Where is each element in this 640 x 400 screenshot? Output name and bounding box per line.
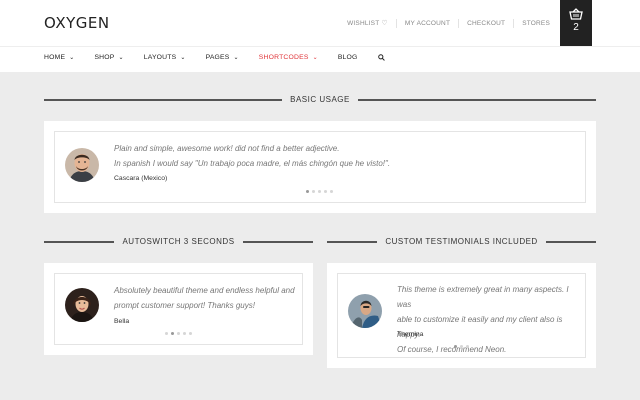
pagination-dot[interactable] — [171, 332, 174, 335]
avatar — [65, 148, 99, 182]
quote-line: Absolutely beautiful theme and endless h… — [114, 286, 295, 295]
testimonial-author: Themina — [397, 331, 424, 338]
heading-rule — [327, 240, 378, 243]
pagination-dot[interactable] — [189, 332, 192, 335]
pagination-dot[interactable] — [466, 345, 469, 348]
pagination-dot[interactable] — [324, 190, 327, 193]
heart-icon: ♡ — [381, 20, 388, 27]
quote-line: able to customize it easily and my clien… — [397, 315, 563, 339]
heading-rule — [44, 98, 283, 101]
wishlist-label: WISHLIST — [347, 20, 380, 27]
testimonial-box: Absolutely beautiful theme and endless h… — [54, 273, 303, 345]
pagination-dot[interactable] — [312, 190, 315, 193]
nav-item-blog[interactable]: BLOG — [338, 54, 358, 61]
testimonial-card-basic: Plain and simple, awesome work! did not … — [44, 121, 596, 213]
pagination-dot[interactable] — [165, 332, 168, 335]
pagination-dot[interactable] — [330, 190, 333, 193]
avatar — [65, 288, 99, 322]
nav-label: SHORTCODES — [258, 54, 309, 61]
pagination-dot[interactable] — [460, 345, 463, 348]
quote-line: Plain and simple, awesome work! did not … — [114, 144, 340, 153]
nav-item-layouts[interactable]: LAYOUTS ⌄ — [144, 54, 186, 61]
testimonial-quote: This theme is extremely great in many as… — [397, 282, 582, 357]
heading-rule — [545, 240, 597, 243]
pagination-dot[interactable] — [318, 190, 321, 193]
nav-label: SHOP — [94, 54, 115, 61]
search-icon — [377, 54, 385, 61]
testimonial-quote: Plain and simple, awesome work! did not … — [114, 141, 574, 171]
pagination-dots — [306, 190, 336, 193]
nav-item-shop[interactable]: SHOP ⌄ — [94, 54, 123, 61]
chevron-down-icon: ⌄ — [69, 55, 75, 61]
section-heading-basic: BASIC USAGE — [44, 95, 596, 104]
heading-rule — [242, 240, 313, 243]
basket-icon — [569, 8, 583, 20]
testimonial-quote: Absolutely beautiful theme and endless h… — [114, 283, 299, 313]
chevron-down-icon: ⌄ — [118, 55, 124, 61]
heading-text: CUSTOM TESTIMONIALS INCLUDED — [385, 237, 538, 246]
heading-rule — [44, 240, 115, 243]
nav-item-shortcodes[interactable]: SHORTCODES ⌄ — [259, 54, 318, 61]
testimonial-card-autoswitch: Absolutely beautiful theme and endless h… — [44, 263, 313, 355]
avatar — [348, 294, 382, 328]
pagination-dot[interactable] — [183, 332, 186, 335]
nav-label: HOME — [44, 54, 66, 61]
heading-text: AUTOSWITCH 3 SECONDS — [122, 237, 235, 246]
chevron-down-icon: ⌄ — [312, 55, 318, 61]
quote-line: This theme is extremely great in many as… — [397, 285, 569, 309]
checkout-link[interactable]: CHECKOUT — [458, 19, 513, 28]
site-logo[interactable]: OXYGEN — [44, 14, 110, 32]
nav-item-pages[interactable]: PAGES ⌄ — [206, 54, 239, 61]
testimonial-box: This theme is extremely great in many as… — [337, 273, 586, 358]
testimonial-box: Plain and simple, awesome work! did not … — [54, 131, 586, 203]
wishlist-link[interactable]: WISHLIST ♡ — [339, 19, 396, 28]
nav-label: PAGES — [205, 54, 230, 61]
testimonial-author: Cascara (Mexico) — [114, 175, 168, 182]
nav-item-home[interactable]: HOME ⌄ — [44, 54, 74, 61]
nav-label: BLOG — [337, 54, 358, 61]
pagination-dot[interactable] — [306, 190, 309, 193]
quote-line: Of course, I recommend Neon. — [397, 345, 507, 354]
cart-button[interactable]: 2 — [560, 0, 592, 46]
pagination-dots — [454, 345, 472, 348]
main-nav: HOME ⌄ SHOP ⌄ LAYOUTS ⌄ PAGES ⌄ SHORTCODES ⌄ … — [44, 54, 405, 61]
pagination-dots — [165, 332, 195, 335]
section-heading-custom: CUSTOM TESTIMONIALS INCLUDED — [327, 237, 597, 246]
top-links: WISHLIST ♡ MY ACCOUNT CHECKOUT STORES — [339, 19, 558, 28]
chevron-down-icon: ⌄ — [233, 55, 239, 61]
section-heading-autoswitch: AUTOSWITCH 3 SECONDS — [44, 237, 313, 246]
testimonial-author: Bella — [114, 318, 130, 325]
testimonial-card-custom: This theme is extremely great in many as… — [327, 263, 596, 368]
chevron-down-icon: ⌄ — [180, 55, 186, 61]
cart-count: 2 — [573, 22, 579, 33]
heading-text: BASIC USAGE — [290, 95, 350, 104]
nav-search[interactable] — [377, 54, 385, 61]
heading-rule — [357, 98, 596, 101]
nav-label: LAYOUTS — [143, 54, 177, 61]
quote-line: prompt customer support! Thanks guys! — [114, 301, 255, 310]
stores-link[interactable]: STORES — [513, 19, 558, 28]
quote-line: In spanish I would say "Un trabajo poca … — [114, 159, 391, 168]
site-header: OXYGEN WISHLIST ♡ MY ACCOUNT CHECKOUT STO… — [0, 0, 640, 72]
my-account-link[interactable]: MY ACCOUNT — [395, 19, 458, 28]
pagination-dot[interactable] — [177, 332, 180, 335]
pagination-dot[interactable] — [454, 345, 457, 348]
nav-divider — [0, 46, 640, 47]
